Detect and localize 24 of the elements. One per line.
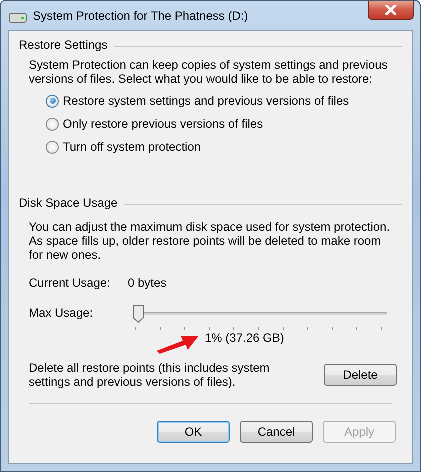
radio-label[interactable]: Turn off system protection	[63, 140, 202, 154]
close-icon	[385, 5, 397, 15]
radio-button[interactable]	[46, 94, 59, 108]
radio-label[interactable]: Only restore previous versions of files	[63, 117, 264, 131]
max-usage-slider[interactable]	[130, 306, 387, 330]
section-heading: Restore Settings	[19, 38, 108, 52]
window-title: System Protection for The Phatness (D:)	[33, 8, 248, 22]
slider-thumb[interactable]	[132, 305, 144, 323]
drive-icon	[9, 12, 27, 22]
dialog-button[interactable]: OK	[157, 421, 230, 443]
section-heading: Disk Space Usage	[19, 196, 118, 210]
max-usage-label: Max Usage:	[29, 306, 94, 320]
description-text: You can adjust the maximum disk space used for system protection. As space fills up, older restore points will be deleted to make room for new ones.	[29, 220, 391, 262]
current-usage-value: 0 bytes	[128, 276, 167, 290]
dialog-button[interactable]: Cancel	[240, 421, 313, 443]
current-usage-label: Current Usage:	[29, 276, 112, 290]
radio-label[interactable]: Restore system settings and previous versions of files	[63, 94, 350, 108]
delete-description: Delete all restore points (this includes system settings and previous versions of files).	[29, 361, 271, 389]
radio-button[interactable]	[46, 140, 59, 154]
delete-button[interactable]: Delete	[324, 364, 397, 386]
description-text: System Protection can keep copies of system settings and previous versions of files. Select what you would like to be able to restore:	[29, 58, 389, 86]
radio-button[interactable]	[46, 118, 59, 130]
max-usage-reading: 1% (37.26 GB)	[205, 331, 284, 345]
close-button[interactable]	[368, 1, 414, 20]
